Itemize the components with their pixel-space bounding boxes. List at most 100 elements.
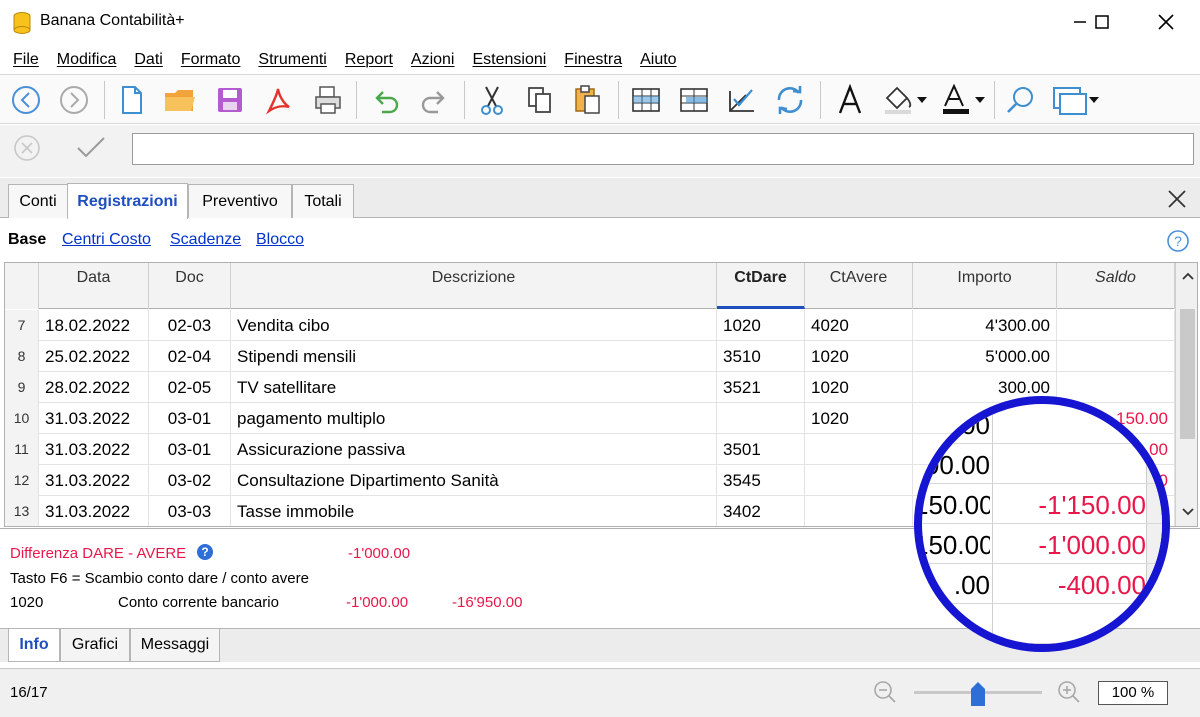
cell-doc[interactable]: 02-04 [149,341,231,372]
cell-ctavere[interactable]: 1020 [805,372,913,403]
menu-strumenti[interactable]: Strumenti [258,51,326,69]
text-color-icon[interactable] [938,81,988,119]
cell-data[interactable]: 18.02.2022 [39,310,149,341]
header-ctdare[interactable]: CtDare [717,263,805,309]
menu-modifica[interactable]: Modifica [57,51,117,69]
add-row-icon[interactable] [674,81,714,119]
row-number[interactable]: 7 [5,310,39,341]
cell-doc[interactable]: 02-03 [149,310,231,341]
row-number[interactable]: 11 [5,434,39,465]
tab-grafici[interactable]: Grafici [60,629,130,662]
zoom-out-icon[interactable] [872,679,898,705]
cell-descrizione[interactable]: Stipendi mensili [231,341,717,372]
open-folder-icon[interactable] [160,81,200,119]
cell-ctdare[interactable]: 1020 [717,310,805,341]
view-base[interactable]: Base [8,231,46,249]
cell-data[interactable]: 31.03.2022 [39,496,149,526]
scroll-up-icon[interactable] [1181,271,1195,281]
new-file-icon[interactable] [112,81,152,119]
menu-finestra[interactable]: Finestra [564,51,622,69]
paste-icon[interactable] [568,81,608,119]
refresh-icon[interactable] [770,81,810,119]
cell-descrizione[interactable]: pagamento multiplo [231,403,717,434]
zoom-in-icon[interactable] [1056,679,1082,705]
header-saldo[interactable]: Saldo [1057,263,1175,309]
menu-formato[interactable]: Formato [181,51,241,69]
insert-row-icon[interactable] [626,81,666,119]
redo-icon[interactable] [414,81,454,119]
row-number[interactable]: 13 [5,496,39,526]
pdf-icon[interactable] [258,81,298,119]
help-icon[interactable]: ? [1166,229,1190,253]
close-table-icon[interactable] [1166,188,1190,212]
cell-data[interactable]: 31.03.2022 [39,465,149,496]
cell-ctavere[interactable] [805,465,913,496]
view-blocco[interactable]: Blocco [256,231,304,249]
header-doc[interactable]: Doc [149,263,231,309]
header-importo[interactable]: Importo [913,263,1057,309]
menu-file[interactable]: File [13,51,39,69]
cell-doc[interactable]: 03-03 [149,496,231,526]
maximize-icon[interactable] [1082,8,1122,36]
cell-edit-input[interactable] [132,133,1194,165]
row-number[interactable]: 8 [5,341,39,372]
menu-aiuto[interactable]: Aiuto [640,51,676,69]
cell-ctdare[interactable]: 3545 [717,465,805,496]
cell-doc[interactable]: 03-01 [149,403,231,434]
cell-ctavere[interactable] [805,434,913,465]
cancel-icon[interactable] [12,133,42,163]
view-centri-costo[interactable]: Centri Costo [62,231,151,249]
cell-doc[interactable]: 02-05 [149,372,231,403]
cell-data[interactable]: 28.02.2022 [39,372,149,403]
row-number[interactable]: 12 [5,465,39,496]
zoom-slider-thumb[interactable] [970,681,986,707]
menu-azioni[interactable]: Azioni [411,51,455,69]
tab-totali[interactable]: Totali [292,184,354,218]
tab-conti[interactable]: Conti [8,184,68,218]
header-data[interactable]: Data [39,263,149,309]
cell-ctdare[interactable]: 3510 [717,341,805,372]
table-row[interactable]: 7 18.02.2022 02-03 Vendita cibo 1020 4020 4'30… [5,310,1175,341]
tab-info[interactable]: Info [8,629,60,662]
cell-ctavere[interactable]: 1020 [805,341,913,372]
confirm-icon[interactable] [74,133,108,163]
cell-descrizione[interactable]: Consultazione Dipartimento Sanità [231,465,717,496]
header-ctavere[interactable]: CtAvere [805,263,913,309]
menu-dati[interactable]: Dati [134,51,162,69]
menu-report[interactable]: Report [345,51,393,69]
cell-doc[interactable]: 03-01 [149,434,231,465]
cell-importo[interactable]: 5'000.00 [913,341,1057,372]
cell-data[interactable]: 31.03.2022 [39,403,149,434]
cut-icon[interactable] [472,81,512,119]
cell-ctdare[interactable]: 3402 [717,496,805,526]
info-help-icon[interactable]: ? [196,543,214,561]
cell-descrizione[interactable]: Assicurazione passiva [231,434,717,465]
window-menu-icon[interactable] [1050,81,1102,119]
header-descrizione[interactable]: Descrizione [231,263,717,309]
close-icon[interactable] [1146,8,1186,36]
menu-estensioni[interactable]: Estensioni [472,51,546,69]
cell-ctavere[interactable]: 1020 [805,403,913,434]
tab-preventivo[interactable]: Preventivo [188,184,292,218]
cell-descrizione[interactable]: Vendita cibo [231,310,717,341]
cell-saldo[interactable] [1057,310,1175,341]
row-number[interactable]: 10 [5,403,39,434]
print-icon[interactable] [308,81,348,119]
view-scadenze[interactable]: Scadenze [170,231,241,249]
copy-icon[interactable] [520,81,560,119]
cell-importo[interactable]: 4'300.00 [913,310,1057,341]
cell-descrizione[interactable]: TV satellitare [231,372,717,403]
undo-icon[interactable] [366,81,406,119]
cell-saldo[interactable] [1057,372,1175,403]
row-number[interactable]: 9 [5,372,39,403]
forward-icon[interactable] [54,81,94,119]
cell-descrizione[interactable]: Tasse immobile [231,496,717,526]
cell-ctavere[interactable]: 4020 [805,310,913,341]
table-row[interactable]: 9 28.02.2022 02-05 TV satellitare 3521 1020 30… [5,372,1175,403]
scroll-down-icon[interactable] [1181,507,1195,517]
tab-messaggi[interactable]: Messaggi [130,629,220,662]
cell-ctdare[interactable]: 3501 [717,434,805,465]
back-icon[interactable] [6,81,46,119]
cell-ctdare[interactable]: 3521 [717,372,805,403]
cell-saldo[interactable] [1057,341,1175,372]
